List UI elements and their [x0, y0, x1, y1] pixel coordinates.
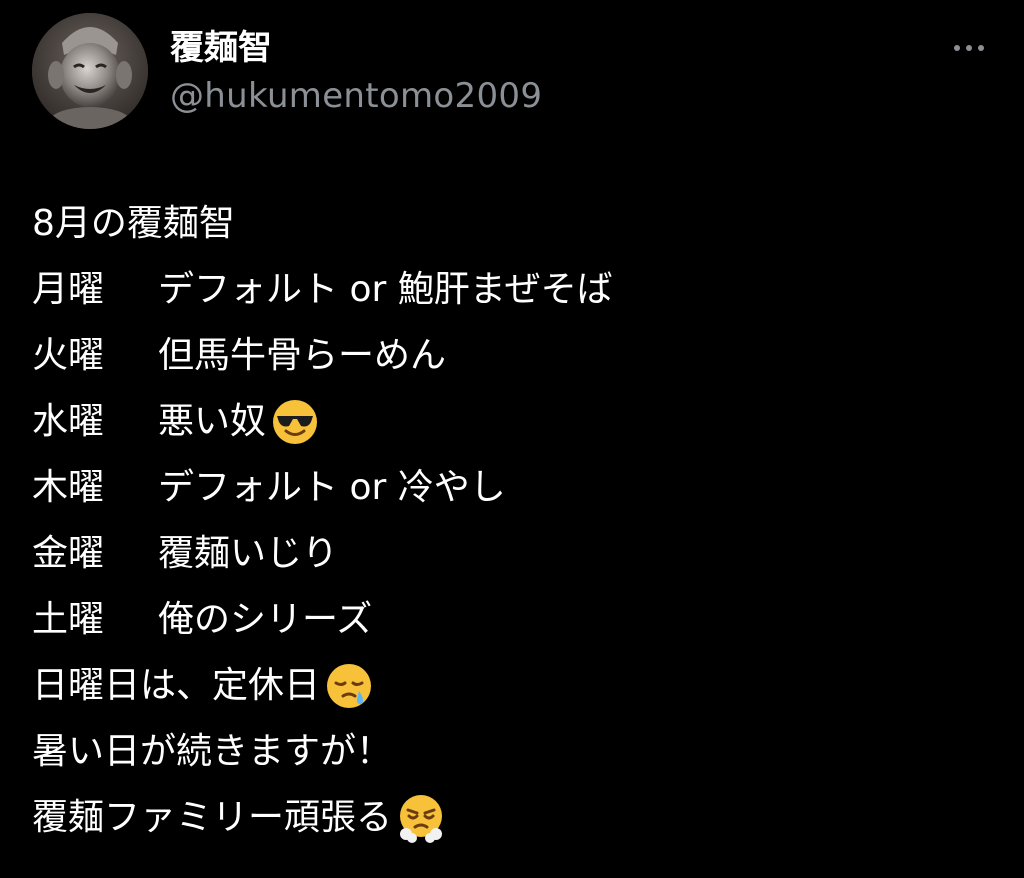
more-dot	[954, 45, 960, 51]
tweet-card: 覆麺智 @hukumentomo2009 8月の覆麺智 月曜 デフォルト or …	[0, 0, 1024, 878]
face-with-steam-from-nose-icon	[396, 793, 446, 843]
schedule-day: 土曜	[32, 599, 105, 640]
more-options-button[interactable]	[940, 30, 998, 66]
schedule-menu: デフォルト or 鮑肝まぜそば	[158, 269, 613, 310]
schedule-day: 金曜	[32, 533, 105, 574]
tweet-line-family: 覆麺ファミリー頑張る	[32, 785, 992, 851]
tweet-line-closed-sunday: 日曜日は、定休日	[32, 653, 992, 719]
more-dot	[966, 45, 972, 51]
tweet-text: 8月の覆麺智 月曜 デフォルト or 鮑肝まぜそば 火曜 但馬牛骨らーめん 水曜…	[32, 191, 992, 851]
closing-text: 日曜日は、定休日	[32, 665, 321, 706]
schedule-menu: 覆麺いじり	[158, 533, 339, 574]
more-dot	[978, 45, 984, 51]
schedule-row-monday: 月曜 デフォルト or 鮑肝まぜそば	[32, 257, 992, 323]
schedule-day: 木曜	[32, 467, 105, 508]
avatar[interactable]	[32, 13, 148, 129]
schedule-menu: 悪い奴	[158, 401, 267, 442]
title-text: 8月の覆麺智	[32, 203, 235, 244]
smiling-face-with-sunglasses-icon	[270, 397, 320, 447]
tweet-line-hot-days: 暑い日が続きますが！	[32, 719, 992, 785]
schedule-menu: 俺のシリーズ	[158, 599, 373, 640]
sleepy-face-icon	[324, 661, 374, 711]
schedule-day: 月曜	[32, 269, 105, 310]
schedule-row-friday: 金曜 覆麺いじり	[32, 521, 992, 587]
schedule-row-saturday: 土曜 俺のシリーズ	[32, 587, 992, 653]
closing-text: 覆麺ファミリー頑張る	[32, 797, 393, 838]
schedule-day: 水曜	[32, 401, 105, 442]
schedule-menu: デフォルト or 冷やし	[158, 467, 506, 508]
user-handle[interactable]: @hukumentomo2009	[170, 74, 542, 118]
schedule-day: 火曜	[32, 335, 105, 376]
schedule-menu: 但馬牛骨らーめん	[158, 335, 447, 376]
tweet-line-title: 8月の覆麺智	[32, 191, 992, 257]
closing-text: 暑い日が続きますが！	[32, 731, 393, 772]
display-name[interactable]: 覆麺智	[170, 26, 272, 70]
schedule-row-wednesday: 水曜 悪い奴	[32, 389, 992, 455]
statue-avatar-icon	[32, 13, 148, 129]
schedule-row-tuesday: 火曜 但馬牛骨らーめん	[32, 323, 992, 389]
schedule-row-thursday: 木曜 デフォルト or 冷やし	[32, 455, 992, 521]
